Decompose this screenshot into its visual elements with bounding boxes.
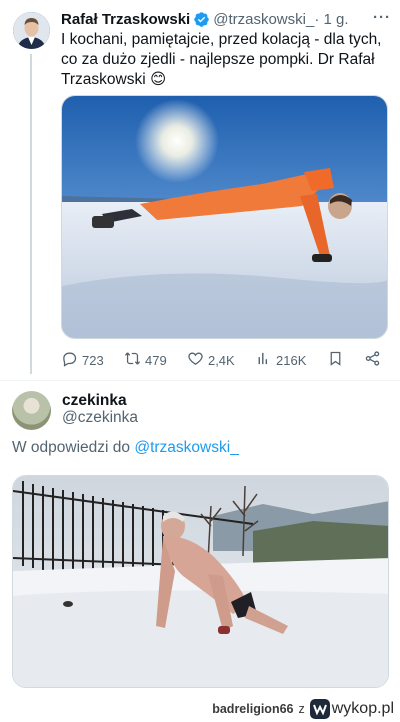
divider bbox=[0, 380, 400, 381]
heart-icon bbox=[187, 350, 204, 370]
tweet-text: I kochani, pamiętajcie, przed kolacją - … bbox=[61, 31, 382, 88]
share-icon bbox=[364, 350, 381, 370]
reply-author-name[interactable]: czekinka bbox=[62, 392, 127, 410]
reply-icon bbox=[61, 350, 78, 370]
reply-count: 723 bbox=[82, 352, 104, 368]
author-handle[interactable]: @trzaskowski_ bbox=[213, 11, 314, 28]
replying-to-mention[interactable]: @trzaskowski_ bbox=[134, 439, 238, 456]
tweet-header: Rafał Trzaskowski @trzaskowski_ · 1 g. ·… bbox=[61, 9, 391, 29]
reply-action[interactable]: 723 bbox=[61, 350, 104, 370]
bookmark-action[interactable] bbox=[327, 350, 344, 370]
reply-image[interactable] bbox=[12, 475, 389, 688]
more-dots-icon[interactable]: ··· bbox=[373, 9, 391, 26]
like-count: 2,4K bbox=[207, 352, 235, 368]
retweet-count: 479 bbox=[144, 352, 167, 368]
wykop-brand[interactable]: wykop.pl bbox=[309, 699, 394, 719]
views-chart-icon bbox=[255, 350, 272, 370]
author-name[interactable]: Rafał Trzaskowski bbox=[61, 11, 190, 28]
like-action[interactable]: 2,4K bbox=[187, 350, 235, 370]
retweet-action[interactable]: 479 bbox=[124, 350, 167, 370]
bookmark-icon bbox=[327, 350, 344, 370]
tweet-time[interactable]: · 1 g. bbox=[314, 11, 348, 28]
replying-to: W odpowiedzi do @trzaskowski_ bbox=[12, 439, 239, 457]
tweet-actions: 723 479 2,4K 216K bbox=[61, 350, 381, 370]
wykop-logo-icon bbox=[309, 699, 330, 719]
share-action[interactable] bbox=[364, 350, 381, 370]
reply-author-avatar[interactable] bbox=[12, 391, 51, 430]
source-username[interactable]: badreligion66 bbox=[212, 702, 293, 716]
source-z: z bbox=[298, 702, 305, 716]
replying-to-label: W odpowiedzi do bbox=[12, 439, 131, 456]
tweet-image[interactable] bbox=[61, 95, 388, 339]
author-avatar[interactable] bbox=[13, 12, 50, 49]
views-count: 216K bbox=[276, 352, 307, 368]
verified-badge-icon bbox=[193, 11, 210, 28]
source-footer: badreligion66 z wykop.pl bbox=[0, 696, 400, 722]
thread-line bbox=[30, 54, 32, 374]
wykop-site-name: wykop.pl bbox=[331, 700, 394, 717]
views-action[interactable]: 216K bbox=[255, 350, 306, 370]
retweet-icon bbox=[124, 350, 141, 370]
reply-author-handle[interactable]: @czekinka bbox=[62, 409, 138, 427]
